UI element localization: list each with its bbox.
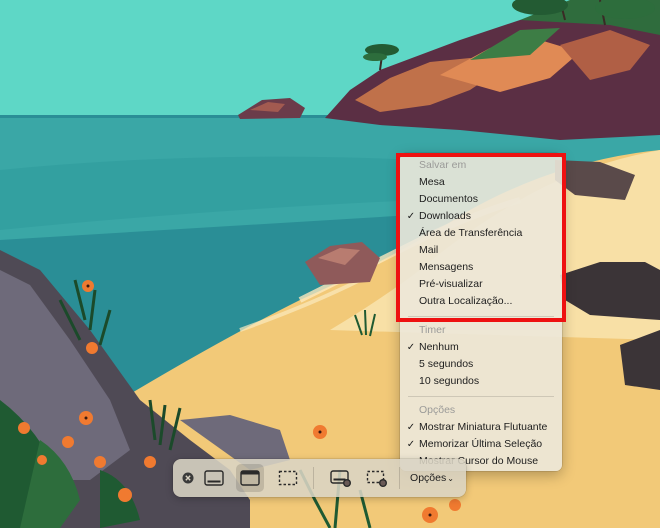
checkmark-icon: ✓ bbox=[406, 422, 416, 433]
toolbar-divider bbox=[399, 467, 400, 489]
menu-item-label: Nenhum bbox=[419, 341, 459, 353]
record-entire-screen-button[interactable] bbox=[326, 464, 354, 492]
checkmark-icon: ✓ bbox=[406, 342, 416, 353]
remember-last-selection-item[interactable]: ✓ Memorizar Última Seleção bbox=[400, 436, 562, 453]
capture-window-button[interactable] bbox=[236, 464, 264, 492]
record-selection-icon bbox=[366, 470, 387, 487]
menu-item-label: 5 segundos bbox=[419, 358, 474, 370]
close-icon[interactable] bbox=[182, 472, 194, 484]
menu-separator bbox=[408, 396, 554, 397]
capture-entire-screen-icon bbox=[204, 470, 224, 486]
highlight-box bbox=[396, 153, 566, 322]
options-header: Opções bbox=[419, 404, 456, 416]
timer-10-seconds-item[interactable]: 10 segundos bbox=[400, 373, 562, 390]
menu-item-label: Mostrar Miniatura Flutuante bbox=[419, 421, 548, 433]
capture-entire-screen-button[interactable] bbox=[200, 464, 228, 492]
timer-5-seconds-item[interactable]: 5 segundos bbox=[400, 356, 562, 373]
capture-selection-button[interactable] bbox=[274, 464, 302, 492]
record-selection-button[interactable] bbox=[362, 464, 390, 492]
checkmark-icon: ✓ bbox=[406, 439, 416, 450]
options-label: Opções bbox=[410, 472, 447, 484]
show-floating-thumbnail-item[interactable]: ✓ Mostrar Miniatura Flutuante bbox=[400, 419, 562, 436]
menu-item-label: Memorizar Última Seleção bbox=[419, 438, 543, 450]
timer-none-item[interactable]: ✓ Nenhum bbox=[400, 339, 562, 356]
chevron-down-icon: ⌄ bbox=[447, 474, 454, 483]
capture-window-icon bbox=[240, 470, 260, 486]
menu-item-label: 10 segundos bbox=[419, 375, 480, 387]
timer-header: Timer bbox=[419, 324, 446, 336]
record-screen-icon bbox=[330, 470, 351, 487]
toolbar-divider bbox=[313, 467, 314, 489]
screenshot-toolbar: Opções⌄ bbox=[173, 459, 466, 497]
capture-selection-icon bbox=[278, 470, 298, 486]
options-button[interactable]: Opções⌄ bbox=[402, 468, 462, 488]
